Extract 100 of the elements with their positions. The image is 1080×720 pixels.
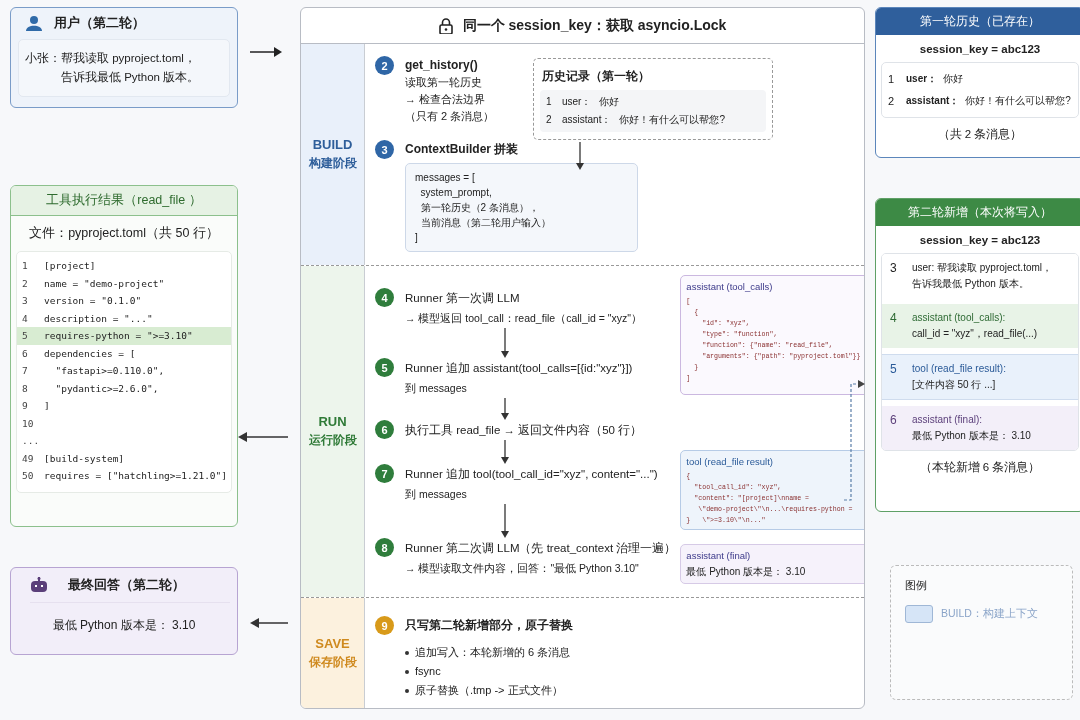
message-count: （共 2 条消息）	[936, 127, 1024, 142]
code-line: 6 dependencies = [	[21, 346, 137, 361]
message-text: call_id = "xyz"，read_file(...)	[912, 327, 1038, 341]
box-title: tool (read_file result)	[686, 456, 774, 467]
code-line: 8 "pydantic>=2.6.0",	[21, 381, 160, 396]
code-line: 9 ]	[21, 399, 51, 414]
card-title: 第一轮历史（已存在）	[876, 8, 1080, 35]
phase-subtitle: 保存阶段	[308, 653, 357, 671]
step-text: Runner 第二次调 LLM（先 treat_context 治理一遍）	[405, 541, 677, 556]
bullet-icon	[405, 650, 409, 655]
role-label: assistant：	[562, 113, 612, 127]
message-text: 你好！有什么可以帮您?	[965, 94, 1071, 108]
lock-icon	[438, 17, 453, 34]
row-number: 2	[888, 94, 896, 109]
step-text: ContextBuilder 拼装	[405, 141, 519, 158]
down-arrow	[500, 440, 510, 464]
box-title: assistant (tool_calls)	[686, 281, 774, 292]
user-icon	[26, 15, 42, 31]
code-line: 7 "fastapi>=0.110.0",	[21, 364, 166, 379]
message-count: （本轮新增 6 条消息）	[918, 460, 1042, 475]
session-key: session_key = abc123	[876, 35, 1080, 62]
step-text: → 模型返回 tool_call：read_file（call_id = "xyz"）	[405, 311, 643, 326]
step-text: Runner 第一次调 LLM	[405, 291, 521, 306]
message-text: 告诉我最低 Python 版本。	[912, 277, 1030, 291]
message-text: tool (read_file result):	[912, 362, 1006, 376]
message-text: assistant (final):	[912, 413, 984, 427]
card-title: 用户（第二轮）	[54, 14, 145, 32]
step-number: 8	[375, 538, 394, 557]
role-label: user：	[906, 72, 938, 86]
row-number: 4	[890, 310, 898, 327]
box-title: assistant (final)	[686, 550, 752, 561]
session-key: session_key = abc123	[876, 226, 1080, 253]
left-arrow	[250, 618, 288, 628]
message-text: assistant (tool_calls):	[912, 311, 1007, 325]
step-text: 只写第二轮新增部分，原子替换	[405, 617, 573, 634]
phase-name: RUN	[318, 414, 347, 429]
step-number: 9	[375, 616, 394, 635]
step-text: 到 messages	[405, 381, 468, 396]
step-number: 6	[375, 420, 394, 439]
message-text: 你好	[943, 72, 964, 86]
down-arrow	[500, 398, 510, 420]
message-text: 告诉我最低 Python 版本。	[61, 70, 200, 85]
list-item: fsync	[415, 664, 441, 679]
step-text: 执行工具 read_file → 返回文件内容（50 行）	[405, 423, 643, 438]
step-text: → 模型读取文件内容，回答："最低 Python 3.10"	[405, 561, 640, 576]
message-text: 你好！有什么可以帮您?	[619, 113, 726, 127]
step-number: 7	[375, 464, 394, 483]
code-line: system_prompt,	[419, 186, 493, 200]
row-number: 2	[546, 113, 553, 127]
code-line: 1 [project]	[21, 259, 97, 274]
file-label: 文件：pyproject.toml（共 50 行）	[28, 225, 220, 242]
role-label: assistant：	[906, 94, 960, 108]
code-line: 3 version = "0.1.0"	[21, 294, 143, 309]
message-text: 最低 Python 版本是： 3.10	[686, 565, 807, 579]
phase-subtitle: 运行阶段	[308, 432, 357, 449]
down-arrow	[500, 504, 510, 538]
phase-name: SAVE	[315, 635, 350, 651]
step-text: Runner 追加 assistant(tool_calls=[{id:"xyz"}])	[405, 361, 633, 376]
step-text: Runner 追加 tool(tool_call_id="xyz", content="...")	[405, 467, 658, 482]
phase-subtitle: 构建阶段	[308, 155, 357, 172]
step-text: 读取第一轮历史	[405, 75, 483, 90]
role-label: user：	[562, 95, 592, 109]
code-line: ]	[415, 231, 419, 245]
bullet-icon	[405, 669, 409, 674]
legend-title: 图例	[905, 578, 928, 593]
code-line: 4 description = "..."	[21, 311, 154, 326]
row-number: 1	[888, 72, 896, 87]
step-text: （只有 2 条消息）	[405, 109, 495, 124]
row-number: 1	[546, 95, 553, 109]
box-title: 历史记录（第一轮）	[542, 69, 651, 84]
robot-icon	[30, 577, 48, 593]
card-title: 第二轮新增（本次将写入）	[876, 199, 1080, 226]
step-text: → 检查合法边界	[405, 92, 487, 107]
message-text: [文件内容 50 行 ...]	[912, 378, 997, 392]
row-number: 6	[890, 412, 898, 429]
code-line: ...	[21, 434, 41, 449]
bullet-icon	[405, 688, 409, 693]
phase-name: BUILD	[312, 137, 353, 152]
speaker-label: 小张：	[25, 51, 61, 66]
code-line: 当前消息（第二轮用户输入）	[419, 216, 552, 230]
card-title: 工具执行结果（read_file ）	[11, 186, 237, 216]
message-text: user: 帮我读取 pyproject.toml，	[912, 261, 1053, 275]
down-arrow	[500, 328, 510, 358]
code-line: 第一轮历史（2 条消息），	[419, 201, 540, 215]
message-text: 最低 Python 版本是： 3.10	[912, 429, 1031, 443]
step-text: get_history()	[405, 57, 479, 74]
left-arrow	[238, 432, 288, 442]
step-number: 5	[375, 358, 394, 377]
step-number: 3	[375, 140, 394, 159]
step-number: 4	[375, 288, 394, 307]
answer-text: 最低 Python 版本是： 3.10	[51, 617, 197, 634]
step-number: 2	[375, 56, 394, 75]
code-line: 10	[21, 416, 35, 431]
card-title: 最终回答（第二轮）	[68, 576, 185, 594]
code-line: 50 requires = ["hatchling>=1.21.0"]	[21, 469, 229, 484]
step-text: 到 messages	[405, 487, 468, 502]
list-item: 原子替换（.tmp -> 正式文件）	[415, 683, 563, 698]
message-text: 帮我读取 pyproject.toml，	[61, 51, 197, 66]
down-arrow	[575, 142, 585, 170]
panel-title: 同一个 session_key：获取 asyncio.Lock	[462, 16, 727, 35]
